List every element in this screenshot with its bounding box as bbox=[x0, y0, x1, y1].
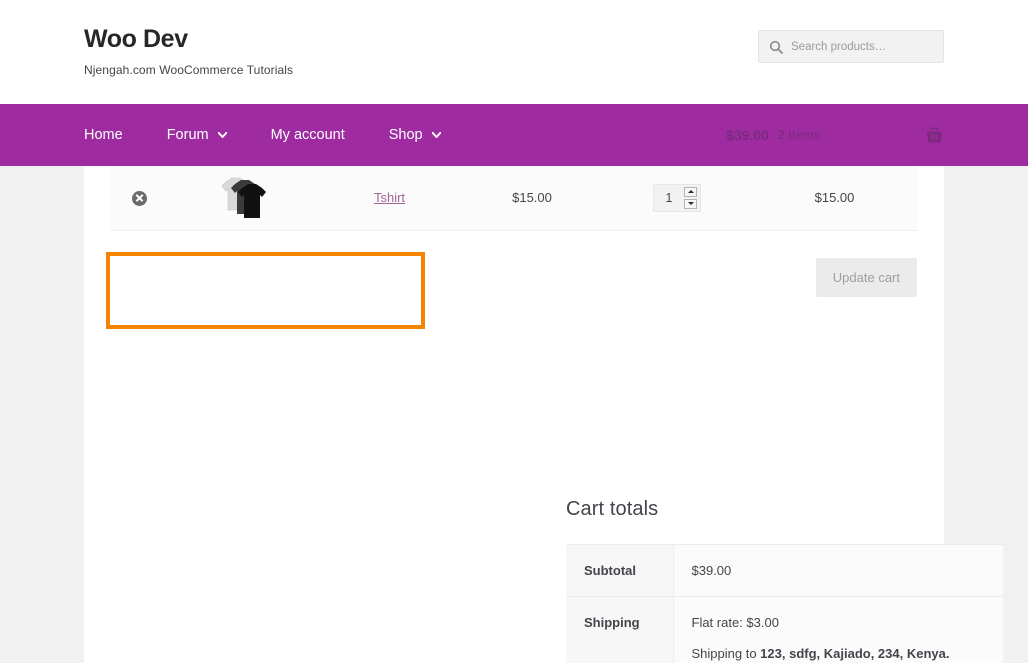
site-tagline: Njengah.com WooCommerce Tutorials bbox=[84, 62, 294, 77]
site-branding[interactable]: Woo Dev Njengah.com WooCommerce Tutorial… bbox=[84, 25, 294, 77]
cart-summary[interactable]: $39.00 2 items bbox=[726, 104, 944, 166]
shipping-destination-prefix: Shipping to bbox=[691, 646, 761, 661]
nav-item-label: Home bbox=[84, 127, 123, 143]
cart-actions: Update cart bbox=[106, 231, 917, 329]
cart-cell-remove bbox=[111, 166, 167, 230]
totals-label-subtotal: Subtotal bbox=[566, 544, 674, 597]
cart-totals-title: Cart totals bbox=[566, 498, 659, 520]
totals-value-shipping: Flat rate: $3.00 Shipping to 123, sdfg, … bbox=[673, 596, 1004, 663]
search-input[interactable] bbox=[791, 40, 933, 53]
chevron-down-icon bbox=[431, 132, 441, 138]
nav-item-label: Shop bbox=[388, 127, 423, 143]
page-content: Tshirt $15.00 $15.00 Update cart bbox=[84, 166, 1003, 663]
quantity-increment-icon[interactable] bbox=[684, 186, 697, 197]
shipping-method: Flat rate: $3.00 bbox=[691, 615, 779, 630]
cart-item-count: 2 items bbox=[777, 128, 821, 142]
shipping-destination: Shipping to 123, sdfg, Kajiado, 234, Ken… bbox=[692, 646, 1004, 661]
nav-item-forum[interactable]: Forum bbox=[167, 127, 227, 143]
totals-row-subtotal: Subtotal $39.00 bbox=[566, 544, 1003, 597]
update-cart-button[interactable]: Update cart bbox=[815, 257, 917, 297]
cart-cell-thumbnail bbox=[167, 166, 317, 230]
nav-list: Home Forum My account Shop bbox=[84, 127, 485, 143]
quantity-spinner[interactable] bbox=[684, 186, 697, 209]
cart-cell-price: $15.00 bbox=[512, 190, 552, 206]
chevron-down-icon bbox=[217, 132, 227, 138]
product-name-link[interactable]: Tshirt bbox=[374, 190, 405, 205]
table-row: Tshirt $15.00 $15.00 bbox=[111, 166, 917, 230]
site-title[interactable]: Woo Dev bbox=[84, 25, 293, 54]
cart-collaterals: Cart totals Subtotal $39.00 Shipping Fla… bbox=[566, 498, 1003, 663]
cart-amount: $39.00 bbox=[726, 127, 769, 143]
product-search-form[interactable] bbox=[758, 30, 944, 63]
totals-label-shipping: Shipping bbox=[566, 596, 674, 663]
tshirt-thumbnail-icon[interactable] bbox=[214, 172, 270, 224]
cart-cell-product-name: Tshirt bbox=[317, 166, 462, 230]
coupon-area-highlight bbox=[106, 251, 425, 329]
totals-row-shipping: Shipping Flat rate: $3.00 Shipping to 12… bbox=[566, 596, 1004, 663]
quantity-input[interactable] bbox=[655, 184, 683, 211]
nav-item-my-account[interactable]: My account bbox=[271, 127, 345, 143]
basket-icon[interactable] bbox=[925, 126, 944, 145]
nav-item-shop[interactable]: Shop bbox=[389, 127, 441, 143]
remove-item-icon[interactable] bbox=[131, 190, 147, 206]
nav-item-home[interactable]: Home bbox=[84, 127, 123, 143]
quantity-stepper[interactable] bbox=[653, 183, 701, 212]
shipping-destination-address: 123, sdfg, Kajiado, 234, Kenya. bbox=[760, 646, 950, 661]
cart-cell-quantity bbox=[602, 166, 752, 230]
totals-value-subtotal: $39.00 bbox=[673, 544, 1003, 597]
cart-totals-table: Subtotal $39.00 Shipping Flat rate: $3.0… bbox=[566, 544, 1003, 663]
cart-cell-subtotal: $15.00 bbox=[814, 190, 855, 206]
shop-cart-table: Tshirt $15.00 $15.00 bbox=[111, 166, 917, 231]
quantity-decrement-icon[interactable] bbox=[684, 198, 697, 209]
main-navigation: Home Forum My account Shop $39.00 2 item… bbox=[0, 104, 1028, 166]
search-icon bbox=[769, 40, 783, 54]
nav-item-label: My account bbox=[270, 127, 345, 143]
site-header: Woo Dev Njengah.com WooCommerce Tutorial… bbox=[0, 0, 1028, 104]
nav-item-label: Forum bbox=[166, 127, 209, 143]
